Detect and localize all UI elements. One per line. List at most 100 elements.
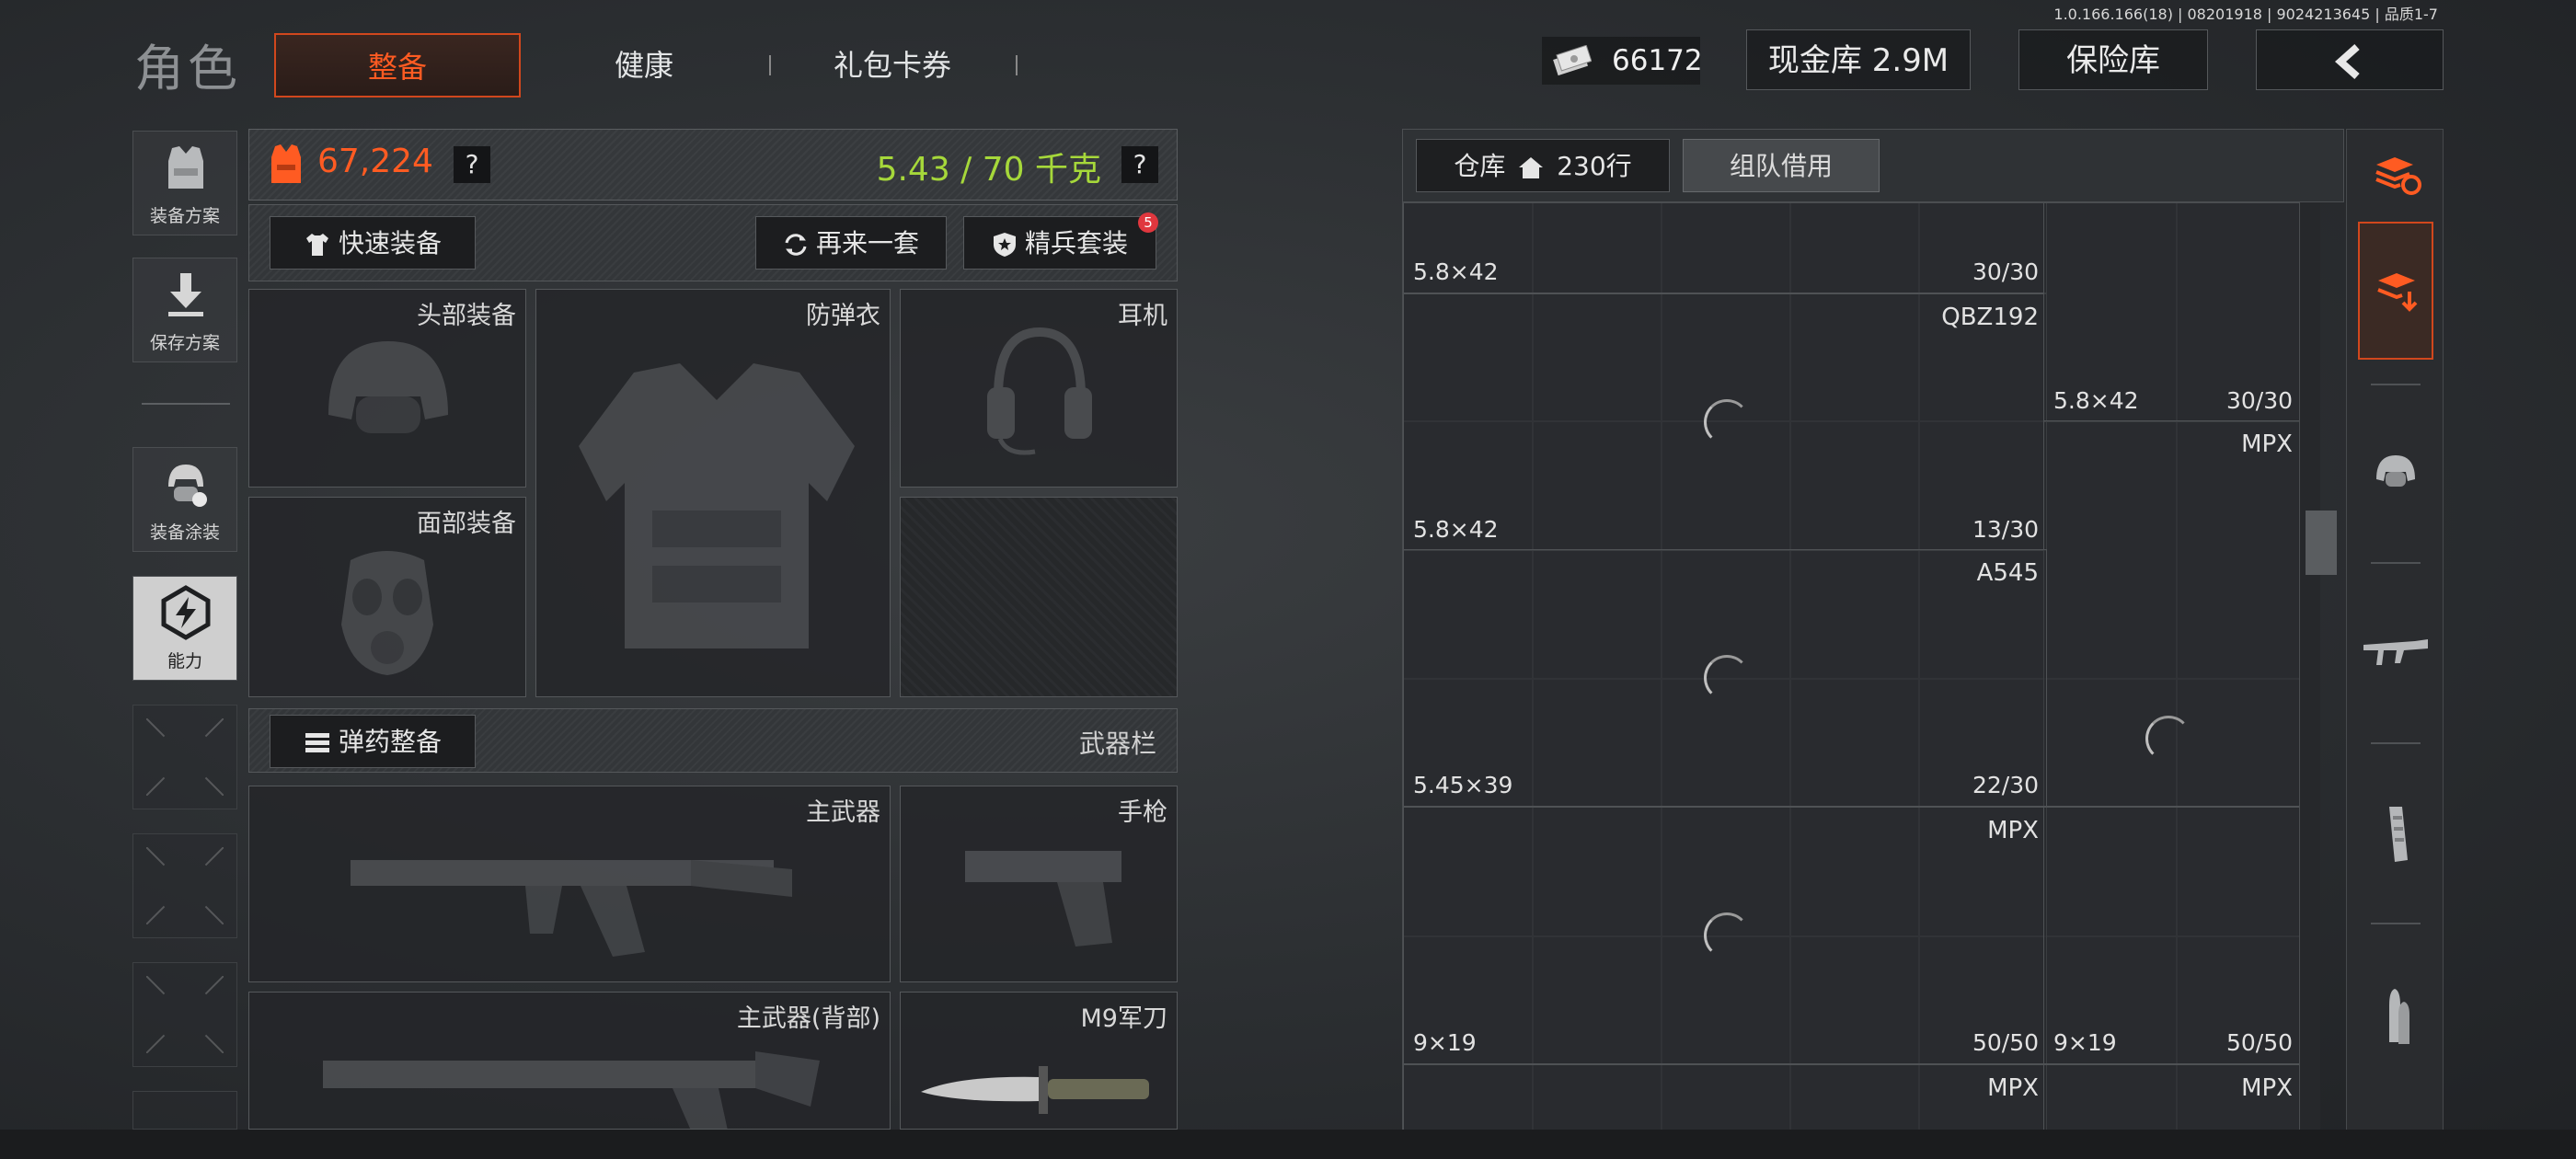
rail-weapons[interactable] — [2358, 569, 2433, 744]
vest-icon — [163, 143, 209, 192]
ammo-equip-label: 弹药整备 — [338, 727, 442, 757]
item-count: 30/30 — [1972, 258, 2039, 285]
slot-label: 面部装备 — [417, 510, 516, 538]
item-name: QBZ192 — [1941, 304, 2039, 331]
inventory-item[interactable]: MPX — [2043, 1064, 2299, 1130]
rail-divider — [2371, 562, 2421, 564]
armor-value-icon — [268, 143, 305, 187]
item-caliber: 5.8×42 — [2053, 387, 2139, 414]
again-label: 再来一套 — [815, 228, 919, 258]
tab-health[interactable]: 健康 — [552, 33, 736, 98]
warehouse-scroll-thumb[interactable] — [2306, 511, 2337, 575]
nav-empty-slot — [132, 705, 237, 809]
item-caliber: 9×19 — [2053, 1029, 2117, 1056]
again-button[interactable]: 再来一套 — [755, 216, 947, 270]
ammo-list-icon — [304, 730, 331, 756]
tab-equip[interactable]: 整备 — [274, 33, 521, 98]
lightning-hex-icon — [157, 584, 214, 641]
item-caliber: 5.45×39 — [1413, 772, 1513, 798]
nav-empty-slot — [132, 1091, 237, 1130]
loading-spinner-icon — [2145, 716, 2191, 762]
item-name: MPX — [1987, 817, 2039, 844]
head-gear-slot[interactable]: 头部装备 — [248, 289, 526, 488]
gear-summary-bar: 67,224 ? 5.43 / 70 千克 ? — [248, 129, 1178, 201]
home-icon — [1517, 155, 1545, 180]
rail-all-items[interactable] — [2358, 222, 2433, 360]
gear-value: 67,224 — [317, 143, 433, 180]
rail-ammo[interactable] — [2358, 930, 2433, 1105]
inventory-item[interactable]: 5.8×42 30/30 — [1403, 203, 2047, 293]
loading-spinner-icon — [1704, 655, 1750, 701]
nav-label: 装备涂装 — [149, 522, 220, 543]
inventory-item[interactable]: 9×19 50/50 — [2043, 807, 2299, 1064]
item-count: 22/30 — [1972, 772, 2039, 798]
warehouse-scrollbar[interactable] — [2300, 202, 2320, 1131]
helmet-image — [319, 323, 457, 461]
armor-slot[interactable]: 防弹衣 — [535, 289, 891, 697]
rail-gear[interactable] — [2358, 389, 2433, 564]
ammo-equip-button[interactable]: 弹药整备 — [270, 715, 476, 768]
banknote-icon — [1551, 45, 1592, 76]
item-name: MPX — [2241, 430, 2293, 458]
team-borrow-tab[interactable]: 组队借用 — [1683, 139, 1880, 192]
inventory-item[interactable]: MPX — [2043, 420, 2299, 807]
cash-vault-button[interactable]: 现金库 2.9M — [1746, 29, 1971, 90]
inventory-item[interactable]: 5.8×42 30/30 — [2043, 203, 2299, 422]
version-text: 1.0.166.166(18) | 08201918 | 9024213645 … — [2053, 6, 2438, 23]
inventory-item[interactable]: QBZ192 5.8×42 13/30 — [1403, 293, 2047, 551]
quick-equip-button[interactable]: 快速装备 — [270, 216, 476, 270]
back-button[interactable] — [2256, 29, 2444, 90]
ammo-icon — [2382, 987, 2413, 1048]
nav-loadout-plans[interactable]: 装备方案 — [132, 131, 237, 235]
knife-slot[interactable]: M9军刀 — [900, 992, 1178, 1130]
nav-save-plan[interactable]: 保存方案 — [132, 258, 237, 362]
rifle-image — [341, 814, 801, 970]
weight-readout: 5.43 / 70 千克 — [876, 151, 1101, 189]
nav-label: 能力 — [167, 651, 202, 671]
item-count: 13/30 — [1972, 516, 2039, 543]
download-icon — [165, 271, 207, 317]
inventory-item[interactable]: MPX 9×19 50/50 — [1403, 807, 2047, 1064]
slot-label: 耳机 — [1118, 302, 1167, 330]
slot-label: M9军刀 — [1080, 1004, 1167, 1033]
shield-icon — [992, 231, 1018, 258]
primary-weapon-slot[interactable]: 主武器 — [248, 786, 891, 982]
weapon-bar-label: 武器栏 — [1078, 729, 1156, 759]
item-caliber: 9×19 — [1413, 1029, 1477, 1056]
vest-image — [569, 354, 864, 667]
elite-set-button[interactable]: 精兵套装 — [963, 216, 1156, 270]
warehouse-grid[interactable]: 5.8×42 30/30 QBZ192 5.8×42 13/30 5.8×42 … — [1402, 202, 2300, 1131]
nav-empty-slot — [132, 833, 237, 938]
helmet-icon — [2373, 450, 2419, 496]
elite-set-badge: 5 — [1138, 212, 1158, 233]
nav-abilities[interactable]: 能力 — [132, 576, 237, 681]
item-caliber: 5.8×42 — [1413, 516, 1499, 543]
warehouse-tab[interactable]: 仓库 230行 — [1416, 139, 1670, 192]
knife-image — [921, 1062, 1160, 1118]
cash-display: 66172 — [1542, 37, 1703, 85]
safe-box-button[interactable]: 保险库 — [2018, 29, 2208, 90]
inventory-item[interactable]: MPX — [1403, 1064, 2047, 1130]
face-gear-slot[interactable]: 面部装备 — [248, 497, 526, 697]
nav-label: 装备方案 — [149, 206, 220, 226]
pistol-slot[interactable]: 手枪 — [900, 786, 1178, 982]
empty-slot-icon — [146, 718, 224, 796]
gas-mask-image — [332, 542, 443, 680]
warehouse-filter-rail — [2346, 129, 2444, 1131]
rail-sort-button[interactable] — [2358, 130, 2433, 222]
value-help-button[interactable]: ? — [454, 146, 490, 183]
empty-slot-icon — [146, 847, 224, 924]
item-count: 50/50 — [2225, 1029, 2293, 1056]
warehouse-header: 仓库 230行 组队借用 — [1402, 129, 2344, 202]
tab-gift-vouchers[interactable]: 礼包卡券 — [800, 33, 984, 98]
loading-spinner-icon — [1704, 399, 1750, 445]
item-name: MPX — [2241, 1074, 2293, 1102]
weight-help-button[interactable]: ? — [1121, 146, 1158, 183]
headset-slot[interactable]: 耳机 — [900, 289, 1178, 488]
tab-divider — [769, 55, 771, 75]
rail-magazines[interactable] — [2358, 750, 2433, 924]
refresh-icon — [783, 232, 809, 258]
primary-back-weapon-slot[interactable]: 主武器(背部) — [248, 992, 891, 1130]
nav-gear-skins[interactable]: 装备涂装 — [132, 447, 237, 552]
inventory-item[interactable]: A545 5.45×39 22/30 — [1403, 549, 2047, 807]
